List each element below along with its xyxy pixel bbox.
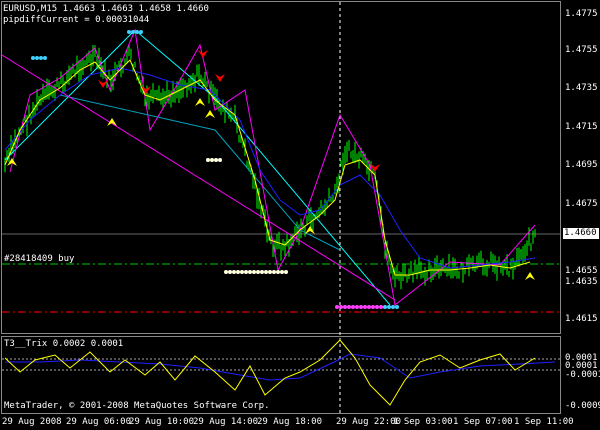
signal-dot bbox=[139, 30, 143, 34]
signal-dot bbox=[375, 305, 379, 309]
signal-dot bbox=[256, 270, 260, 274]
time-axis-label: 29 Aug 10:00 bbox=[129, 417, 195, 427]
price-axis-label: 1.4755 bbox=[565, 45, 598, 55]
price-axis-label: 1.4635 bbox=[565, 277, 598, 287]
copyright-text: MetaTrader, © 2001-2008 MetaQuotes Softw… bbox=[4, 401, 270, 411]
signal-dot bbox=[39, 56, 43, 60]
time-axis-label: 1 Sep 07:00 bbox=[453, 417, 513, 427]
buy-arrow-icon bbox=[195, 98, 205, 106]
time-axis-label: 29 Aug 14:00 bbox=[193, 417, 259, 427]
sell-arrow-icon bbox=[215, 74, 225, 82]
signal-dot bbox=[252, 270, 256, 274]
signal-dot bbox=[395, 305, 399, 309]
signal-dot bbox=[284, 270, 288, 274]
signal-dot bbox=[264, 270, 268, 274]
signal-dot bbox=[280, 270, 284, 274]
signal-dot bbox=[218, 158, 222, 162]
signal-dot bbox=[248, 270, 252, 274]
channel-line-lower bbox=[59, 94, 341, 251]
signal-dot bbox=[272, 270, 276, 274]
sub-window-title: T3__Trix 0.0002 0.0001 bbox=[4, 339, 124, 349]
price-axis-label: 1.4735 bbox=[565, 83, 598, 93]
sub-axis-label: -0.0001 bbox=[565, 370, 600, 380]
signal-dot bbox=[224, 270, 228, 274]
signal-dot bbox=[135, 30, 139, 34]
signal-dot bbox=[240, 270, 244, 274]
signal-dot bbox=[391, 305, 395, 309]
signal-dot bbox=[244, 270, 248, 274]
chart-canvas[interactable] bbox=[0, 0, 600, 430]
signal-dot bbox=[131, 30, 135, 34]
signal-dot bbox=[236, 270, 240, 274]
signal-dot bbox=[35, 56, 39, 60]
sub-axis-label: -0.0009 bbox=[565, 401, 600, 411]
time-axis-label: 1 Sep 11:00 bbox=[514, 417, 574, 427]
signal-dot bbox=[379, 305, 383, 309]
buy-arrow-icon bbox=[107, 118, 117, 126]
current-price-tag: 1.4660 bbox=[563, 228, 599, 239]
trix-signal-line bbox=[5, 353, 556, 381]
price-axis-label: 1.4775 bbox=[565, 9, 598, 19]
price-axis-label: 1.4715 bbox=[565, 122, 598, 132]
signal-dot bbox=[232, 270, 236, 274]
sell-arrow-icon bbox=[198, 50, 208, 58]
chart-window[interactable]: EURUSD,M15 1.4663 1.4663 1.4658 1.4660 p… bbox=[0, 0, 600, 430]
signal-dot bbox=[363, 305, 367, 309]
signal-dot bbox=[371, 305, 375, 309]
signal-dot bbox=[355, 305, 359, 309]
signal-dot bbox=[31, 56, 35, 60]
main-chart-frame bbox=[1, 1, 561, 334]
signal-dot bbox=[351, 305, 355, 309]
pipdiff-indicator-label: pipdiffCurrent = 0.00031044 bbox=[3, 15, 150, 25]
signal-dot bbox=[339, 305, 343, 309]
signal-dot bbox=[359, 305, 363, 309]
price-axis-label: 1.4655 bbox=[565, 266, 598, 276]
symbol-info-line: EURUSD,M15 1.4663 1.4663 1.4658 1.4660 bbox=[3, 4, 209, 14]
time-axis-label: 29 Aug 18:00 bbox=[257, 417, 323, 427]
fast-ma-line bbox=[4, 59, 531, 276]
signal-dot bbox=[210, 158, 214, 162]
price-axis-label: 1.4675 bbox=[565, 199, 598, 209]
signal-dot bbox=[383, 305, 387, 309]
signal-dot bbox=[206, 158, 210, 162]
signal-dot bbox=[268, 270, 272, 274]
time-axis-label: 29 Aug 2008 bbox=[2, 417, 62, 427]
signal-dot bbox=[214, 158, 218, 162]
buy-arrow-icon bbox=[525, 272, 535, 280]
signal-dot bbox=[43, 56, 47, 60]
signal-dot bbox=[343, 305, 347, 309]
price-axis-label: 1.4615 bbox=[565, 314, 598, 324]
buy-arrow-icon bbox=[205, 110, 215, 118]
time-axis-label: 29 Aug 06:00 bbox=[66, 417, 132, 427]
signal-dot bbox=[367, 305, 371, 309]
signal-dot bbox=[276, 270, 280, 274]
signal-dot bbox=[127, 30, 131, 34]
time-axis-label: 1 Sep 03:00 bbox=[393, 417, 453, 427]
trix-main-line bbox=[4, 339, 536, 406]
order-label[interactable]: #28418409 buy bbox=[4, 254, 74, 264]
signal-dot bbox=[228, 270, 232, 274]
signal-dot bbox=[387, 305, 391, 309]
price-axis-label: 1.4695 bbox=[565, 160, 598, 170]
signal-dot bbox=[347, 305, 351, 309]
signal-dot bbox=[335, 305, 339, 309]
signal-dot bbox=[260, 270, 264, 274]
time-axis-label: 29 Aug 22:00 bbox=[336, 417, 402, 427]
